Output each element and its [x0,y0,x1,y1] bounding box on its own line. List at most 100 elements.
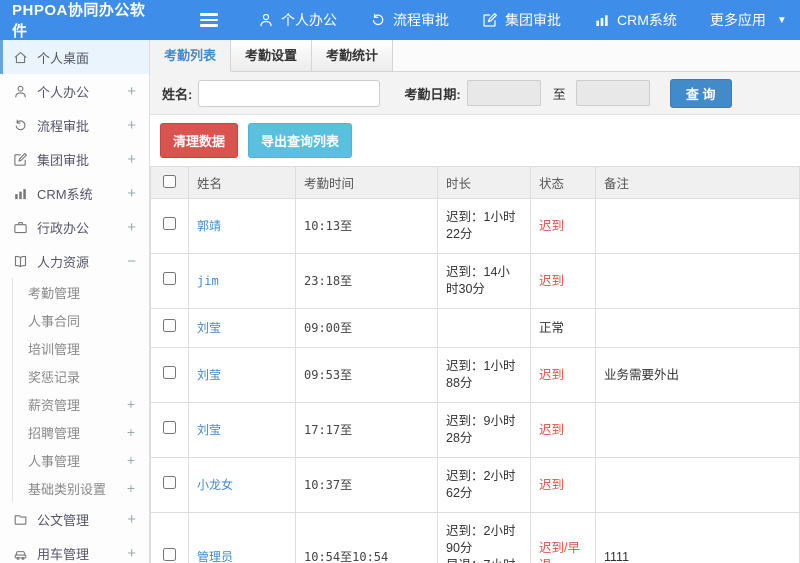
sidebar-item-personal-desktop[interactable]: 个人桌面 [0,40,149,74]
duration [437,308,531,348]
name-input[interactable] [198,79,381,107]
sidebar-item-admin-office[interactable]: 行政办公 + [0,210,149,244]
submenu-item-label: 培训管理 [28,341,81,357]
sidebar-item-human-resources[interactable]: 人力资源 − [0,244,149,278]
status-text: 迟到 [539,218,565,233]
employee-name-link[interactable]: jim [197,274,219,288]
employee-name-link[interactable]: 刘莹 [197,368,221,382]
table-row: 刘莹 09:53至 迟到：1小时88分 迟到 业务需要外出 [150,347,800,403]
sidebar-item-personal-office[interactable]: 个人办公 + [0,74,149,108]
table-row: 郭靖 10:13至 迟到：1小时22分 迟到 [150,198,800,254]
submenu-item-training-mgmt[interactable]: 培训管理 [13,334,149,362]
tab-attendance-stats[interactable]: 考勤统计 [312,40,393,71]
date-from-input[interactable] [466,80,541,106]
top-navigation: 个人办公 流程审批 集团审批 CRM系统 更多应用 ▼ [258,10,787,30]
tab-attendance-settings[interactable]: 考勤设置 [231,40,312,71]
employee-name-link[interactable]: 刘莹 [197,321,221,335]
topnav-label: CRM系统 [617,12,677,28]
attendance-time: 10:13至 [295,198,438,254]
topnav-crm-system[interactable]: CRM系统 [594,10,677,30]
employee-name-link[interactable]: 郭靖 [197,219,221,233]
table-row: 刘莹 17:17至 迟到：9小时28分 迟到 [150,402,800,458]
column-header-status: 状态 [530,166,596,199]
sidebar-item-vehicle-mgmt[interactable]: 用车管理 + [0,536,149,563]
note [595,457,800,513]
topnav-personal-office[interactable]: 个人办公 [258,10,337,30]
edit-icon [482,12,498,28]
note: 业务需要外出 [595,347,800,403]
note: 1111 [595,512,800,563]
hamburger-menu-icon[interactable] [196,6,222,34]
table-row: 小龙女 10:37至 迟到：2小时62分 迟到 [150,457,800,513]
column-header-note: 备注 [595,166,800,199]
column-header-time: 考勤时间 [295,166,438,199]
caret-down-icon[interactable]: ▼ [777,15,787,26]
note [595,308,800,348]
topnav-workflow-approval[interactable]: 流程审批 [370,10,449,30]
sidebar-item-crm-system[interactable]: CRM系统 + [0,176,149,210]
row-checkbox[interactable] [163,476,176,489]
topnav-more-apps[interactable]: 更多应用 [710,10,766,30]
sidebar-item-label: 用车管理 [37,546,90,562]
submenu-item-label: 基础类别设置 [28,481,107,497]
query-button[interactable]: 查 询 [669,78,732,108]
note [595,198,800,254]
attendance-time: 09:00至 [295,308,438,348]
expand-sign: + [127,82,136,100]
row-checkbox[interactable] [163,548,176,561]
attendance-time: 17:17至 [295,402,438,458]
submenu-item-label: 人事合同 [28,313,81,329]
topnav-group-approval[interactable]: 集团审批 [482,10,561,30]
sidebar-item-label: 流程审批 [37,118,90,134]
submenu-item-label: 招聘管理 [28,425,81,441]
book-icon [13,254,28,269]
select-all-checkbox[interactable] [163,174,176,188]
sidebar-item-group-approval[interactable]: 集团审批 + [0,142,149,176]
submenu-item-salary-mgmt[interactable]: 薪资管理 + [13,390,149,418]
app-logo: PHPOA协同办公软件 [12,2,146,40]
expand-sign: + [127,116,136,134]
expand-sign: + [127,544,136,562]
row-checkbox[interactable] [163,421,176,434]
row-checkbox[interactable] [163,217,176,230]
submenu-item-hr-contract[interactable]: 人事合同 [13,306,149,334]
note [595,402,800,458]
status-text: 迟到 [539,273,565,288]
tab-attendance-list[interactable]: 考勤列表 [150,40,231,72]
flow-icon [370,12,386,28]
row-checkbox[interactable] [163,272,176,285]
submenu-item-recruit-mgmt[interactable]: 招聘管理 + [13,418,149,446]
collapse-sign: − [127,252,136,270]
submenu-item-label: 薪资管理 [28,397,81,413]
duration: 迟到：2小时62分 [437,457,531,513]
export-list-button[interactable]: 导出查询列表 [248,123,353,158]
hr-submenu: 考勤管理 人事合同 培训管理 奖惩记录 薪资管理 + 招聘管理 + 人事管理 +… [12,278,149,502]
duration: 迟到：2小时90分 早退：7小时10分 [437,512,531,563]
status-text: 迟到 [539,477,565,492]
employee-name-link[interactable]: 刘莹 [197,423,221,437]
duration: 迟到：14小时30分 [437,253,531,309]
car-icon [13,546,28,561]
sidebar-item-label: 个人办公 [37,84,90,100]
expand-sign: + [126,424,135,440]
bar-chart-icon [13,186,28,201]
date-to-input[interactable] [575,80,650,106]
sidebar-item-label: 个人桌面 [37,50,90,66]
sidebar-item-workflow-approval[interactable]: 流程审批 + [0,108,149,142]
row-checkbox[interactable] [163,366,176,379]
expand-sign: + [126,480,135,496]
submenu-item-reward-punishment[interactable]: 奖惩记录 [13,362,149,390]
sidebar-item-label: 行政办公 [37,220,90,236]
status-text: 迟到 [539,367,565,382]
clean-data-button[interactable]: 清理数据 [160,123,239,158]
submenu-item-personnel-mgmt[interactable]: 人事管理 + [13,446,149,474]
topnav-label: 个人办公 [281,12,337,28]
sidebar-item-document-mgmt[interactable]: 公文管理 + [0,502,149,536]
employee-name-link[interactable]: 小龙女 [197,478,233,492]
duration: 迟到：1小时88分 [437,347,531,403]
expand-sign: + [127,150,136,168]
employee-name-link[interactable]: 管理员 [197,550,233,563]
submenu-item-attendance-mgmt[interactable]: 考勤管理 [13,278,149,306]
submenu-item-base-category-settings[interactable]: 基础类别设置 + [13,474,149,502]
row-checkbox[interactable] [163,319,176,332]
